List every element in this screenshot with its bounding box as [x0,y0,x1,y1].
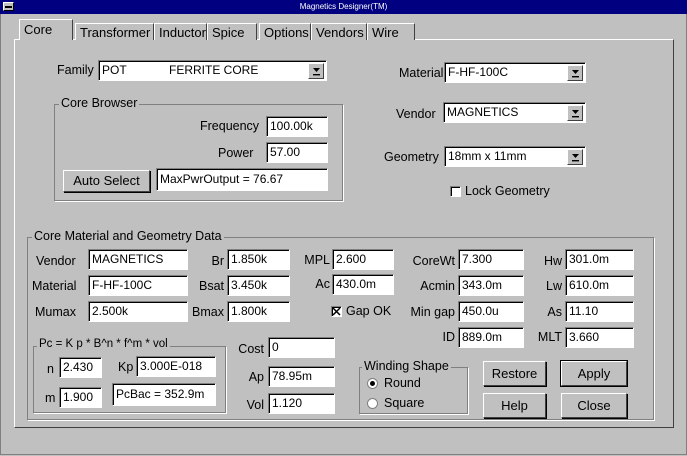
mlt-label: MLT [537,330,562,344]
mumax-field[interactable]: 2.500k [88,301,188,322]
tab-inductor[interactable]: Inductor [154,23,207,40]
mpl-label: MPL [304,253,330,267]
check-mark-icon [332,307,341,316]
mlt-field[interactable]: 3.660 [565,327,634,348]
family-select[interactable]: POT FERRITE CORE [98,60,327,81]
family-value-type: POT [102,63,127,77]
tab-options[interactable]: Options [259,23,311,40]
vendor-select[interactable]: MAGNETICS [443,102,586,123]
gap-ok-checkbox[interactable] [331,306,342,317]
gap-ok-label: Gap OK [346,304,392,318]
hw-field[interactable]: 301.0m [565,249,634,270]
apply-button[interactable]: Apply [560,360,628,387]
lw-field[interactable]: 610.0m [565,275,634,296]
lw-label: Lw [546,279,562,293]
acmin-field[interactable]: 343.0m [458,275,524,296]
radio-round-label: Round [384,376,421,390]
material-select[interactable]: F-HF-100C [444,62,586,83]
dropdown-arrow-icon[interactable] [308,63,324,79]
restore-button[interactable]: Restore [483,361,546,386]
cmgd-material-label: Material [32,279,77,293]
radio-square-label: Square [384,396,425,410]
vendor-select-label: Vendor [396,107,436,121]
ap-label: Ap [248,370,264,384]
kp-label: Kp [118,360,134,374]
as-label: As [547,305,562,319]
vendor-select-value: MAGNETICS [447,105,519,119]
acmin-label: Acmin [420,279,455,293]
power-input[interactable]: 57.00 [266,142,328,163]
material-select-value: F-HF-100C [448,65,509,79]
n-field[interactable]: 2.430 [59,357,102,378]
geometry-select-label: Geometry [384,150,439,164]
close-button[interactable]: Close [561,393,627,418]
mingap-field[interactable]: 450.0u [458,301,524,322]
geometry-select[interactable]: 18mm x 11mm [444,146,586,167]
mpl-field[interactable]: 2.600 [332,249,394,270]
tab-spice[interactable]: Spice [207,23,257,40]
cost-field[interactable]: 0 [268,337,335,358]
pc-equation-title: Pc = K p * B^n * f^m * vol [37,338,170,350]
radio-square[interactable] [367,398,378,409]
geometry-select-value: 18mm x 11mm [448,149,527,163]
bsat-label: Bsat [198,279,224,293]
mumax-label: Mumax [35,305,76,319]
cmgd-material-field[interactable]: F-HF-100C [88,275,188,296]
m-field[interactable]: 1.900 [59,387,102,408]
br-label: Br [211,254,225,268]
power-label: Power [218,146,254,160]
vol-field[interactable]: 1.120 [268,393,335,414]
dropdown-arrow-icon[interactable] [567,105,583,121]
core-browser-title: Core Browser [59,96,140,110]
hw-label: Hw [543,254,562,268]
as-field[interactable]: 11.10 [565,301,634,322]
family-value-kind: FERRITE CORE [169,63,259,77]
tab-core[interactable]: Core [19,19,73,40]
lock-geometry-label: Lock Geometry [465,184,550,198]
vol-label: Vol [246,398,264,412]
winding-shape-title: Winding Shape [362,359,451,373]
window-title: Magnetics Designer(TM) [299,2,388,11]
frequency-label: Frequency [200,119,260,133]
dropdown-arrow-icon[interactable] [567,65,583,81]
n-label: n [47,362,54,376]
core-material-geometry-title: Core Material and Geometry Data [32,229,224,243]
id-field[interactable]: 889.0m [458,327,524,348]
bmax-label: Bmax [192,305,224,319]
cost-label: Cost [238,342,264,356]
ap-field[interactable]: 78.95m [268,366,335,387]
pcbac-field: PcBac = 352.9m [112,383,216,406]
tab-vendors[interactable]: Vendors [311,23,367,40]
id-label: ID [442,330,456,344]
frequency-input[interactable]: 100.00k [266,116,328,137]
radio-round[interactable] [367,378,378,389]
material-select-label: Material [399,66,444,80]
help-button[interactable]: Help [483,393,546,418]
lock-geometry-checkbox[interactable] [450,186,461,197]
mingap-label: Min gap [410,305,455,319]
ac-label: Ac [315,277,330,291]
corewt-label: CoreWt [412,254,455,268]
dropdown-arrow-icon[interactable] [567,149,583,165]
tab-wire[interactable]: Wire [367,23,415,40]
auto-select-button[interactable]: Auto Select [63,170,150,192]
corewt-field[interactable]: 7.300 [458,249,524,270]
bmax-field[interactable]: 1.800k [227,301,290,322]
tab-transformer[interactable]: Transformer [75,23,154,40]
ac-field[interactable]: 430.0m [332,274,394,295]
family-label: Family [57,63,94,77]
kp-field[interactable]: 3.000E-018 [136,356,216,377]
cmgd-vendor-field[interactable]: MAGNETICS [88,249,188,270]
auto-select-result: MaxPwrOutput = 76.67 [156,168,328,191]
bsat-field[interactable]: 3.450k [227,275,290,296]
cmgd-vendor-label: Vendor [36,254,76,268]
m-label: m [45,391,56,405]
br-field[interactable]: 1.850k [227,249,290,270]
